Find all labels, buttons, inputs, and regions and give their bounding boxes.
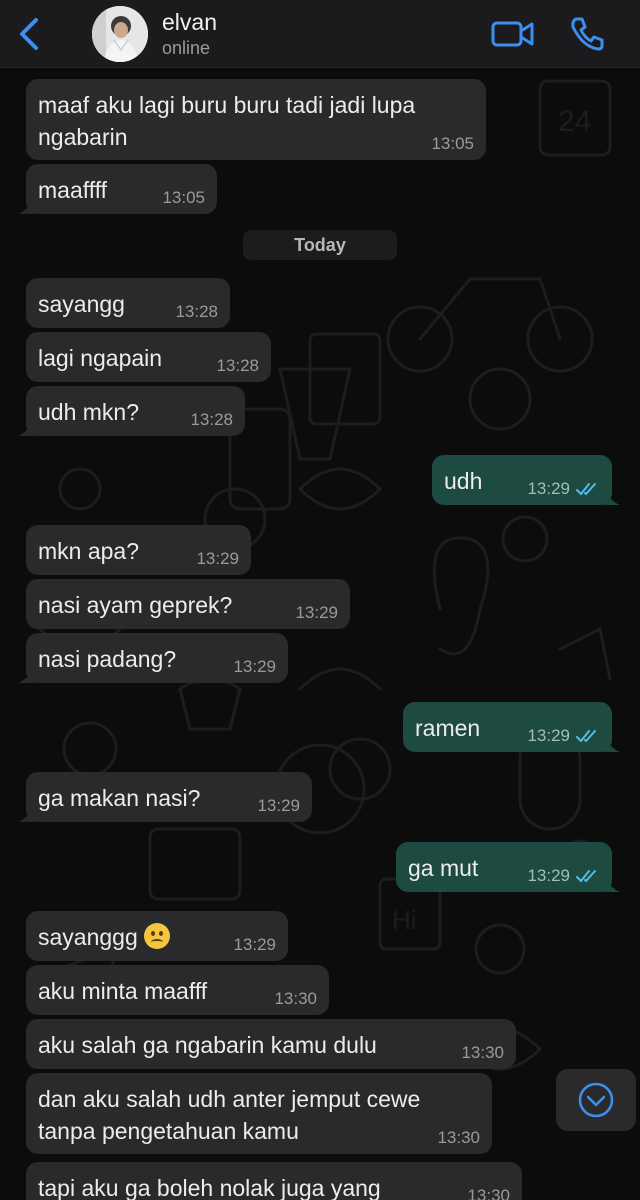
back-button[interactable] — [14, 14, 48, 54]
message-bubble-incoming[interactable]: tapi aku ga boleh nolak juga yang 13:30 — [26, 1162, 522, 1200]
message-text: sayanggg — [38, 924, 138, 950]
message-bubble-incoming[interactable]: nasi ayam geprek? 13:29 — [26, 579, 350, 629]
double-check-icon — [576, 870, 596, 882]
message-text: ramen — [415, 715, 481, 741]
message-bubble-incoming[interactable]: aku salah ga ngabarin kamu dulu 13:30 — [26, 1019, 516, 1069]
message-bubble-incoming[interactable]: ga makan nasi? 13:29 — [18, 772, 312, 822]
bubble-tail — [18, 806, 34, 822]
message-time: 13:29 — [527, 479, 570, 498]
message-text: maaffff — [38, 177, 108, 203]
message-text: aku salah ga ngabarin kamu dulu — [38, 1032, 377, 1058]
message-time: 13:28 — [190, 410, 233, 429]
svg-text:24: 24 — [558, 105, 591, 138]
message-text: lagi ngapain — [38, 345, 163, 371]
chat-header: elvan online — [0, 0, 640, 68]
video-camera-icon — [491, 21, 534, 47]
svg-text:Hi: Hi — [392, 905, 417, 935]
bubble-tail — [604, 736, 620, 752]
message-time: 13:30 — [437, 1128, 480, 1147]
bubble-tail — [604, 489, 620, 505]
message-time: 13:05 — [162, 188, 205, 207]
chevron-down-circle-icon — [578, 1082, 614, 1118]
chat-area[interactable]: 24 Hi maaf aku lagi buru buru tadi jadi … — [0, 69, 640, 1200]
message-text: ga mut — [408, 855, 479, 881]
message-time: 13:29 — [233, 657, 276, 676]
video-call-button[interactable] — [490, 17, 536, 51]
voice-call-button[interactable] — [568, 15, 606, 53]
scroll-to-bottom-button[interactable] — [556, 1069, 636, 1131]
message-bubble-outgoing[interactable]: ramen 13:29 — [403, 702, 620, 752]
message-time: 13:30 — [461, 1043, 504, 1062]
message-bubble-incoming[interactable]: dan aku salah udh anter jemput cewe tanp… — [26, 1073, 492, 1154]
message-time: 13:29 — [295, 603, 338, 622]
slightly-frowning-face-emoji — [143, 923, 170, 949]
contact-name[interactable]: elvan — [162, 9, 217, 36]
message-text: udh — [444, 468, 483, 494]
contact-status: online — [162, 38, 211, 58]
message-text: udh mkn? — [38, 399, 140, 425]
message-bubble-incoming[interactable]: udh mkn? 13:28 — [18, 386, 245, 436]
message-time: 13:28 — [175, 302, 218, 321]
message-time: 13:29 — [527, 866, 570, 885]
message-time: 13:05 — [431, 134, 474, 153]
message-text: nasi padang? — [38, 646, 177, 672]
message-time: 13:29 — [257, 796, 300, 815]
message-bubble-incoming[interactable]: mkn apa? 13:29 — [26, 525, 251, 575]
date-separator: Today — [243, 230, 397, 260]
double-check-icon — [576, 730, 596, 742]
message-bubble-incoming[interactable]: sayanggg 13:29 — [26, 911, 288, 961]
message-text: dan aku salah udh anter jemput cewe tanp… — [38, 1086, 421, 1144]
message-text: ga makan nasi? — [38, 785, 201, 811]
chevron-left-icon — [20, 18, 38, 50]
bubble-tail — [604, 876, 620, 892]
avatar-image — [92, 6, 148, 62]
message-text: nasi ayam geprek? — [38, 592, 233, 618]
message-text: sayangg — [38, 291, 125, 317]
message-time: 13:29 — [527, 726, 570, 745]
message-text: tapi aku ga boleh nolak juga yang — [38, 1175, 381, 1200]
bubble-tail — [18, 420, 34, 436]
message-bubble-outgoing[interactable]: ga mut 13:29 — [396, 842, 620, 892]
double-check-icon — [576, 483, 596, 495]
message-time: 13:28 — [216, 356, 259, 375]
message-bubble-incoming[interactable]: sayangg 13:28 — [26, 278, 230, 328]
message-time: 13:30 — [274, 989, 317, 1008]
message-bubble-outgoing[interactable]: udh 13:29 — [432, 455, 620, 505]
bubble-tail — [18, 198, 34, 214]
message-text: mkn apa? — [38, 538, 140, 564]
message-bubble-incoming[interactable]: maaf aku lagi buru buru tadi jadi lupa n… — [26, 79, 486, 160]
message-text: aku minta maafff — [38, 978, 208, 1004]
message-time: 13:29 — [233, 935, 276, 954]
message-text: maaf aku lagi buru buru tadi jadi lupa n… — [38, 92, 416, 150]
message-bubble-incoming[interactable]: maaffff 13:05 — [18, 164, 217, 214]
message-bubble-incoming[interactable]: aku minta maafff 13:30 — [26, 965, 329, 1015]
phone-icon — [571, 17, 604, 51]
message-bubble-incoming[interactable]: nasi padang? 13:29 — [18, 633, 288, 683]
message-bubble-incoming[interactable]: lagi ngapain 13:28 — [26, 332, 271, 382]
avatar[interactable] — [92, 6, 148, 62]
message-time: 13:29 — [196, 549, 239, 568]
message-time: 13:30 — [467, 1186, 510, 1200]
bubble-tail — [18, 667, 34, 683]
